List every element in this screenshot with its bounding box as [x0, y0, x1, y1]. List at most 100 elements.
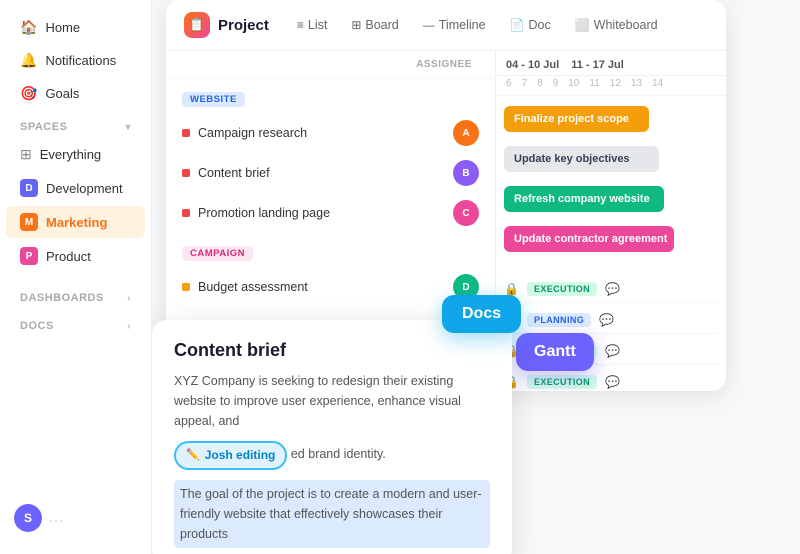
nav-tabs: ≡ List ⊞ Board — Timeline 📄 Doc ⬜ Whi [287, 13, 668, 37]
docs-badge: Docs [442, 295, 521, 333]
sidebar-item-development[interactable]: D Development [6, 172, 145, 204]
task-dot [182, 129, 190, 137]
sidebar: 🏠 Home 🔔 Notifications 🎯 Goals Spaces ▾ … [0, 0, 152, 554]
dashboards-section[interactable]: Dashboards › [0, 282, 151, 308]
whiteboard-icon: ⬜ [575, 18, 590, 32]
task-dot [182, 169, 190, 177]
status-row: 🔒 EXECUTION 💬 [504, 369, 718, 391]
day: 14 [652, 78, 663, 89]
docs-text: ed brand identity. [291, 447, 386, 461]
week2-label: 11 - 17 Jul [571, 59, 624, 71]
task-label: Content brief [198, 166, 445, 180]
gantt-bar: Update key objectives [504, 146, 659, 172]
tab-board[interactable]: ⊞ Board [341, 13, 408, 37]
website-badge: WEBSITE [182, 92, 245, 107]
tab-list[interactable]: ≡ List [287, 13, 337, 37]
avatar: C [453, 200, 479, 226]
gantt-days: 6 7 8 9 10 11 12 13 14 [496, 76, 726, 96]
day: 8 [537, 78, 543, 89]
docs-highlighted-paragraph: The goal of the project is to create a m… [174, 480, 490, 548]
status-row: 🔒 PLANNING 💬 [504, 307, 718, 334]
project-title: Project [218, 17, 269, 34]
website-section: WEBSITE [166, 79, 495, 113]
col-assignee-header: ASSIGNEE [409, 59, 479, 70]
sidebar-item-notifications[interactable]: 🔔 Notifications [6, 45, 145, 76]
sidebar-item-everything[interactable]: ⊞ Everything [6, 139, 145, 170]
day: 13 [631, 78, 642, 89]
status-badge: PLANNING [527, 313, 591, 327]
tab-doc[interactable]: 📄 Doc [500, 13, 561, 37]
task-dot [182, 209, 190, 217]
timeline-icon: — [423, 18, 435, 32]
task-row[interactable]: Content brief B [166, 153, 495, 193]
gantt-tooltip: Gantt [516, 333, 594, 371]
sidebar-user[interactable]: S … [0, 494, 151, 542]
spaces-section: Spaces ▾ [0, 111, 151, 137]
docs-text: The goal of the project is to create a m… [180, 487, 482, 541]
gantt-bar-row: Finalize project scope [504, 104, 718, 134]
board-icon: ⊞ [351, 18, 361, 32]
sidebar-item-goals[interactable]: 🎯 Goals [6, 78, 145, 109]
lock-icon: 🔒 [504, 282, 519, 296]
status-badge: EXECUTION [527, 282, 597, 296]
docs-title: Content brief [174, 340, 490, 361]
project-title-area: 📋 Project [184, 12, 269, 38]
sidebar-item-product[interactable]: P Product [6, 240, 145, 272]
josh-editing-label: Josh editing [205, 446, 276, 465]
task-row[interactable]: Promotion landing page C [166, 193, 495, 233]
gantt-bar-row: Update contractor agreement [504, 224, 718, 254]
campaign-section: CAMPAIGN [166, 233, 495, 267]
project-icon: 📋 [184, 12, 210, 38]
chat-icon: 💬 [599, 313, 614, 327]
day: 9 [553, 78, 559, 89]
gantt-bars: Finalize project scope Update key object… [496, 96, 726, 262]
docs-paragraph: ✏️ Josh editing ed brand identity. [174, 437, 490, 474]
docs-section[interactable]: Docs › [0, 310, 151, 336]
sidebar-item-label: Notifications [45, 53, 116, 68]
avatar: A [453, 120, 479, 146]
pencil-icon: ✏️ [186, 447, 200, 465]
project-header: 📋 Project ≡ List ⊞ Board — Timeline 📄 [166, 0, 726, 51]
day: 7 [522, 78, 528, 89]
gantt-bar: Finalize project scope [504, 106, 649, 132]
docs-content: Content brief XYZ Company is seeking to … [152, 320, 512, 554]
home-icon: 🏠 [20, 19, 37, 36]
task-label: Campaign research [198, 126, 445, 140]
gantt-header: 04 - 10 Jul 11 - 17 Jul [496, 51, 726, 76]
task-row[interactable]: Campaign research A [166, 113, 495, 153]
day: 10 [568, 78, 579, 89]
sidebar-item-label: Everything [40, 147, 101, 162]
task-label: Budget assessment [198, 280, 445, 294]
sidebar-item-label: Product [46, 249, 91, 264]
main-area: 📋 Project ≡ List ⊞ Board — Timeline 📄 [152, 0, 800, 554]
bell-icon: 🔔 [20, 52, 37, 69]
sidebar-item-label: Home [45, 20, 80, 35]
task-dot [182, 283, 190, 291]
gantt-bar-row: Update key objectives [504, 144, 718, 174]
campaign-badge: CAMPAIGN [182, 246, 253, 261]
week1-label: 04 - 10 Jul [506, 59, 559, 71]
tab-whiteboard[interactable]: ⬜ Whiteboard [565, 13, 668, 37]
gantt-bar: Refresh company website [504, 186, 664, 212]
space-dot-marketing: M [20, 213, 38, 231]
josh-editing-badge: ✏️ Josh editing [174, 441, 287, 470]
col-headers: ASSIGNEE [166, 51, 495, 79]
tab-timeline[interactable]: — Timeline [413, 13, 496, 37]
day: 11 [589, 78, 599, 89]
chat-icon: 💬 [605, 344, 620, 358]
grid-icon: ⊞ [20, 146, 32, 163]
sidebar-item-home[interactable]: 🏠 Home [6, 12, 145, 43]
task-label: Promotion landing page [198, 206, 445, 220]
chevron-icon: › [127, 293, 131, 304]
sidebar-item-label: Development [46, 181, 123, 196]
sidebar-item-marketing[interactable]: M Marketing [6, 206, 145, 238]
chevron-icon: › [127, 321, 131, 332]
status-badge: EXECUTION [527, 375, 597, 389]
gantt-bar-row: Refresh company website [504, 184, 718, 214]
ellipsis-icon: … [48, 509, 64, 527]
sidebar-item-label: Marketing [46, 215, 107, 230]
chat-icon: 💬 [605, 375, 620, 389]
docs-body: XYZ Company is seeking to redesign their… [174, 371, 490, 548]
chat-icon: 💬 [605, 282, 620, 296]
day: 6 [506, 78, 512, 89]
